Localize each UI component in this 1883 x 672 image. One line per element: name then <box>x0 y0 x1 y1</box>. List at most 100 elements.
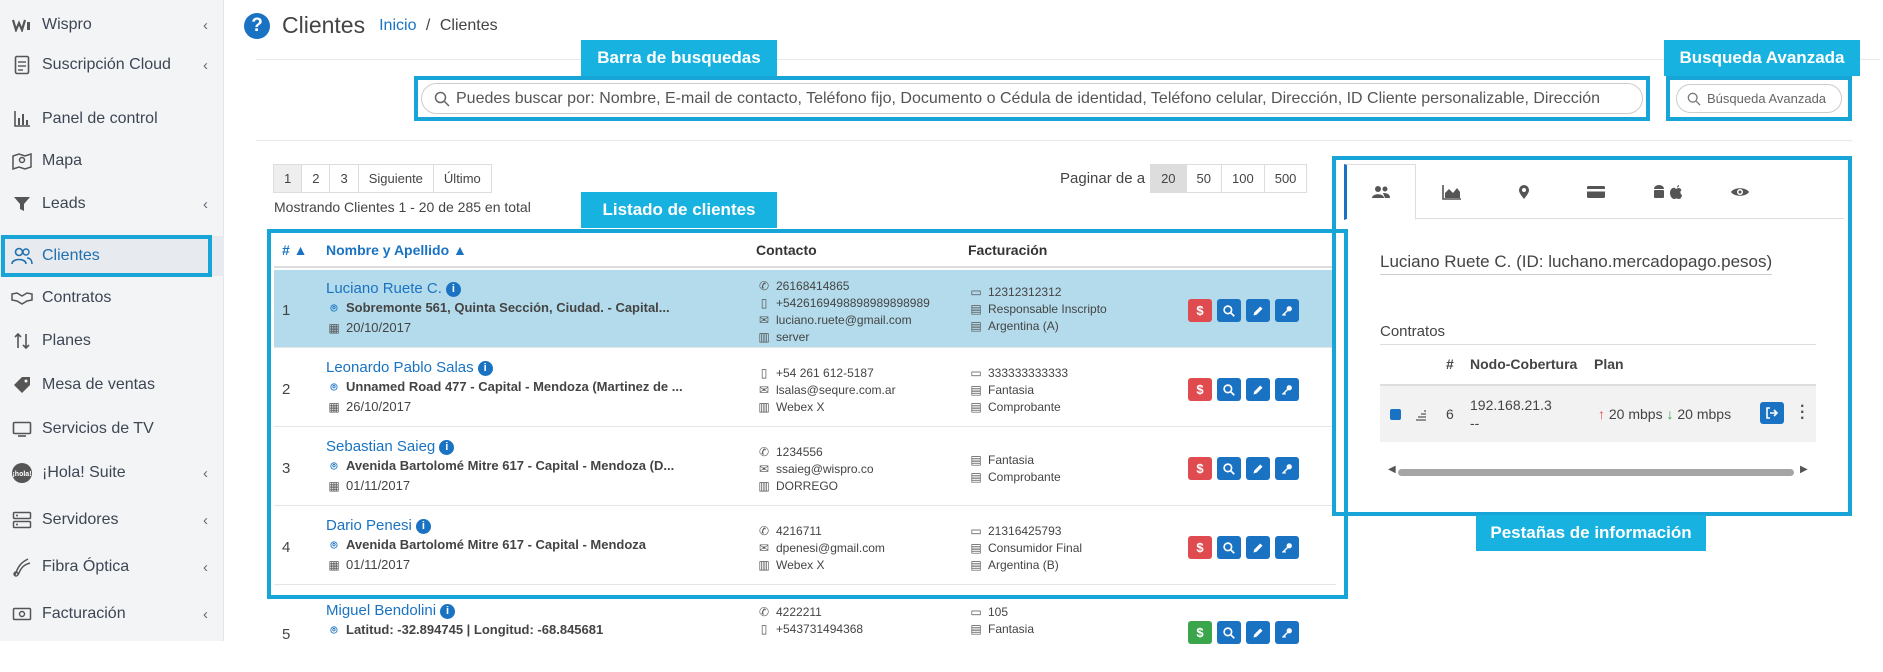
fiber-icon <box>10 555 34 579</box>
client-list-highlight <box>267 229 1348 599</box>
annotation-tabs-label: Pestañas de información <box>1476 515 1706 551</box>
phone-icon: ✆ <box>758 605 770 619</box>
table-row[interactable]: 5 Miguel Bendolini i ⌾ Latitud: -32.894745… <box>274 594 1336 672</box>
sidebar-item-hola-suite[interactable]: ¡hola! ¡Hola! Suite ‹ <box>0 453 224 493</box>
info-icon[interactable]: i <box>440 604 456 619</box>
bar-chart-icon <box>10 107 34 131</box>
help-icon[interactable]: ? <box>244 12 270 39</box>
sidebar-item-label: Panel de control <box>42 110 158 127</box>
sidebar-item-label: Servicios de TV <box>42 420 154 437</box>
sidebar-item-mesa-de-ventas[interactable]: Mesa de ventas <box>0 365 224 405</box>
client-name-cell: Miguel Bendolini i <box>326 602 456 619</box>
sidebar: Wispro ‹ Suscripción Cloud ‹ Panel de co… <box>0 0 224 641</box>
advanced-search-button[interactable]: Búsqueda Avanzada <box>1676 84 1842 113</box>
main-content: ? Clientes Inicio / Clientes Barra de bu… <box>224 0 1883 644</box>
sidebar-item-label: Leads <box>42 195 86 212</box>
chevron-left-icon: ‹ <box>203 606 208 623</box>
sidebar-item-label: ¡Hola! Suite <box>42 464 126 481</box>
page-title: Clientes <box>282 12 366 38</box>
page-3-button[interactable]: 3 <box>329 164 359 193</box>
hola-icon: ¡hola! <box>10 461 34 485</box>
sidebar-item-label: Wispro <box>42 16 92 33</box>
client-address: ⌾ Latitud: -32.894745 | Longitud: -68.845… <box>326 622 603 638</box>
divider <box>256 59 1880 60</box>
annotation-advanced-label: Busqueda Avanzada <box>1664 40 1860 76</box>
mobile-icon: ▯ <box>760 622 768 636</box>
sidebar-item-label: Facturación <box>42 605 126 622</box>
sidebar-item-servidores[interactable]: Servidores ‹ <box>0 500 224 540</box>
sidebar-item-mapa[interactable]: Mapa <box>0 141 224 181</box>
document-icon <box>10 53 34 77</box>
svg-text:¡hola!: ¡hola! <box>12 471 31 478</box>
sidebar-item-fibra-optica[interactable]: Fibra Óptica ‹ <box>0 547 224 587</box>
results-count: Mostrando Clientes 1 - 20 de 285 en tota… <box>274 199 531 215</box>
map-icon <box>10 149 34 173</box>
annotation-search-label: Barra de busquedas <box>581 40 777 76</box>
tag-icon <box>10 373 34 397</box>
search-input[interactable]: Puedes buscar por: Nombre, E-mail de con… <box>421 83 1643 114</box>
id-card-icon: ▭ <box>970 605 982 619</box>
chevron-left-icon: ‹ <box>203 196 208 213</box>
per-page-label: Paginar de a <box>1060 170 1146 187</box>
file-icon: ▤ <box>970 622 982 636</box>
breadcrumb-separator: / <box>425 16 431 34</box>
sidebar-item-label: Servidores <box>42 511 119 528</box>
per-page-selector: Paginar de a 20 50 100 500 <box>1060 164 1308 193</box>
pencil-icon <box>1253 628 1263 637</box>
search-placeholder: Puedes buscar por: Nombre, E-mail de con… <box>456 89 1601 107</box>
sidebar-item-contratos[interactable]: Contratos <box>0 278 224 318</box>
billing-cell: ▭ 105 ▤ Fantasia <box>968 604 1034 638</box>
search-highlight: Puedes buscar por: Nombre, E-mail de con… <box>414 76 1650 121</box>
per-page-20-button[interactable]: 20 <box>1150 164 1187 193</box>
sidebar-item-leads[interactable]: Leads ‹ <box>0 184 224 224</box>
breadcrumb-current: Clientes <box>439 16 498 34</box>
chevron-left-icon: ‹ <box>203 512 208 529</box>
pagination: 1 2 3 Siguiente Último <box>273 164 492 193</box>
chevron-left-icon: ‹ <box>203 559 208 576</box>
billing-icon <box>10 602 34 626</box>
chevron-left-icon: ‹ <box>203 465 208 482</box>
advanced-search-highlight: Búsqueda Avanzada <box>1666 76 1852 121</box>
chevron-left-icon: ‹ <box>203 17 208 34</box>
clientes-highlight <box>1 235 212 277</box>
sidebar-item-facturacion[interactable]: Facturación ‹ <box>0 594 224 634</box>
sidebar-item-planes[interactable]: Planes <box>0 321 224 361</box>
page-2-button[interactable]: 2 <box>301 164 331 193</box>
next-page-button[interactable]: Siguiente <box>357 164 434 193</box>
breadcrumb-home-link[interactable]: Inicio <box>379 17 416 34</box>
per-page-100-button[interactable]: 100 <box>1221 164 1265 193</box>
sidebar-item-label: Suscripción Cloud <box>42 56 171 73</box>
breadcrumb: Inicio / Clientes <box>379 17 498 35</box>
wispro-logo-icon <box>10 13 34 37</box>
last-page-button[interactable]: Último <box>432 164 492 193</box>
sidebar-item-suscripcion-cloud[interactable]: Suscripción Cloud ‹ <box>0 45 224 85</box>
per-page-500-button[interactable]: 500 <box>1263 164 1308 193</box>
sidebar-item-label: Mapa <box>42 152 83 169</box>
search-icon <box>434 91 450 107</box>
server-icon <box>10 508 34 532</box>
tv-icon <box>10 417 34 441</box>
arrows-updown-icon <box>10 329 34 353</box>
sidebar-item-label: Fibra Óptica <box>42 558 130 575</box>
search-icon <box>1687 92 1701 106</box>
map-marker-icon: ⌾ <box>330 623 338 637</box>
page-header: ? Clientes Inicio / Clientes <box>244 12 498 39</box>
sidebar-item-label: Mesa de ventas <box>42 376 155 393</box>
handshake-icon <box>10 286 34 310</box>
sidebar-item-label: Planes <box>42 332 91 349</box>
sidebar-item-wispro[interactable]: Wispro ‹ <box>0 5 224 45</box>
per-page-50-button[interactable]: 50 <box>1185 164 1223 193</box>
row-number: 5 <box>282 626 291 643</box>
contact-cell: ✆ 4222211 ▯ +543731494368 <box>756 604 863 638</box>
divider <box>256 140 1852 141</box>
page-1-button[interactable]: 1 <box>273 164 303 193</box>
sidebar-item-servicios-de-tv[interactable]: Servicios de TV <box>0 409 224 449</box>
sidebar-item-panel-de-control[interactable]: Panel de control <box>0 99 224 139</box>
client-name-link[interactable]: Miguel Bendolini <box>326 602 436 619</box>
search-icon <box>1223 626 1235 639</box>
sidebar-item-label: Contratos <box>42 289 112 306</box>
advanced-search-label: Búsqueda Avanzada <box>1707 91 1827 106</box>
chevron-left-icon: ‹ <box>203 57 208 74</box>
key-icon <box>1281 627 1292 638</box>
info-panel-highlight <box>1332 156 1852 516</box>
